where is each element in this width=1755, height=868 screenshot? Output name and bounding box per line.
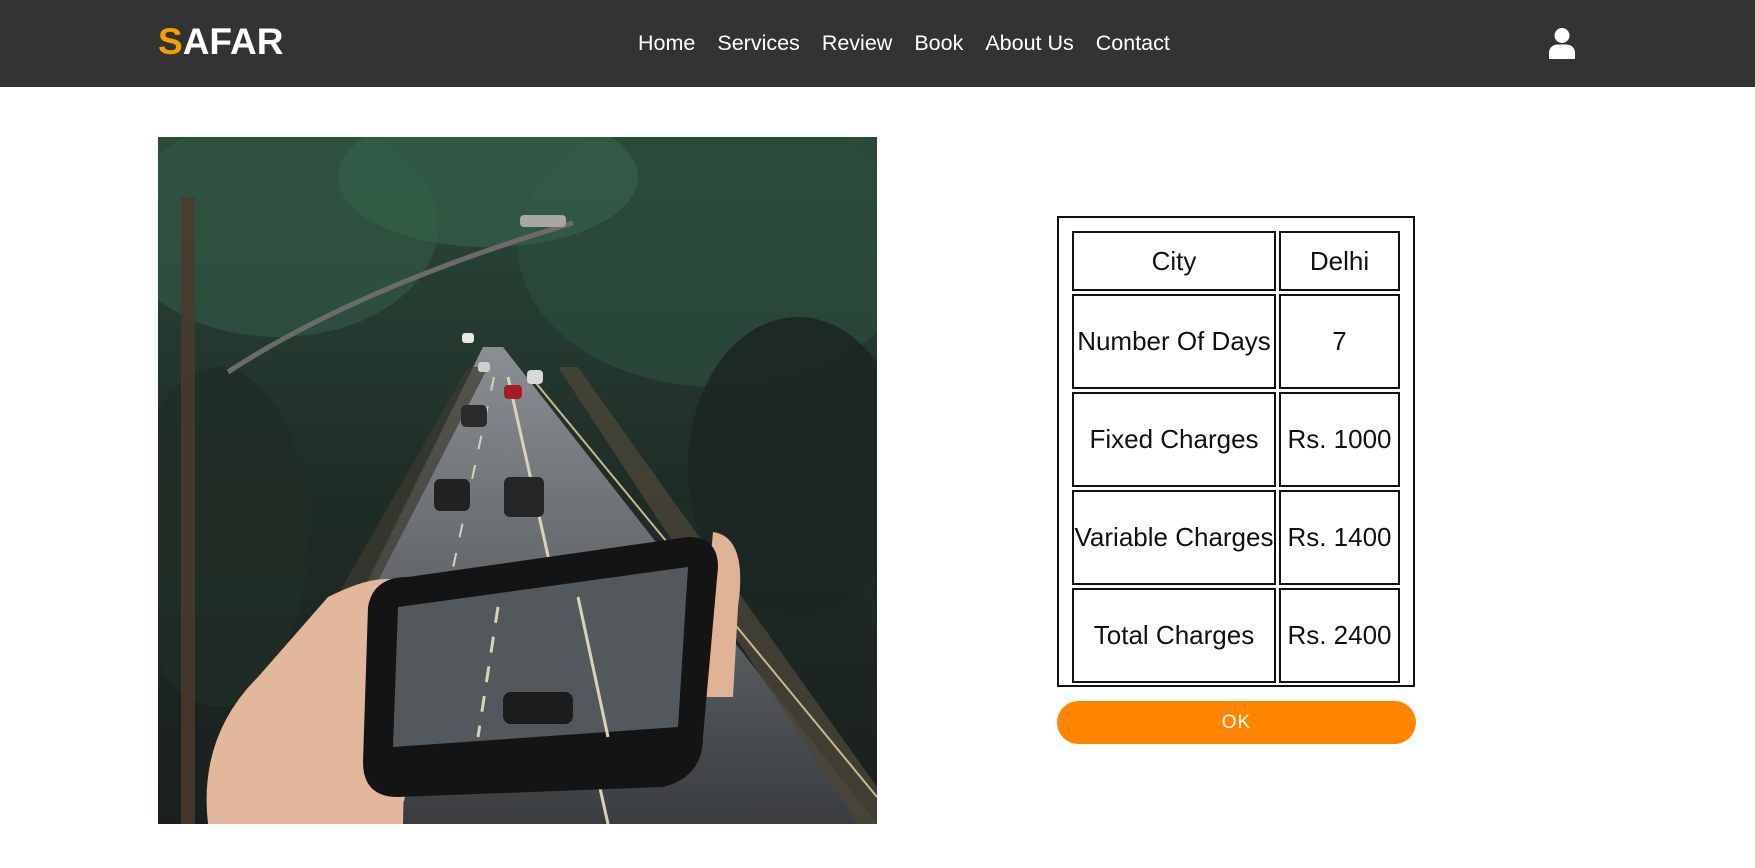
table-row: Fixed Charges Rs. 1000 [1072, 392, 1400, 487]
logo-first-letter: S [158, 21, 183, 62]
nav-links: Home Services Review Book About Us Conta… [638, 28, 1170, 58]
nav-review[interactable]: Review [822, 28, 893, 58]
road-through-phone-photo [158, 137, 877, 824]
logo-rest: AFAR [182, 21, 284, 62]
hero-image [158, 137, 877, 824]
ok-button[interactable]: OK [1057, 701, 1416, 744]
row-label-days: Number Of Days [1072, 294, 1276, 389]
nav-contact[interactable]: Contact [1096, 28, 1170, 58]
nav-services[interactable]: Services [717, 28, 799, 58]
nav-about-us[interactable]: About Us [985, 28, 1073, 58]
table-row: Variable Charges Rs. 1400 [1072, 490, 1400, 585]
user-icon[interactable] [1548, 27, 1576, 59]
row-label-fixed-charges: Fixed Charges [1072, 392, 1276, 487]
row-value-variable-charges: Rs. 1400 [1279, 490, 1400, 585]
nav-book[interactable]: Book [914, 28, 963, 58]
brand-logo[interactable]: SAFAR [158, 20, 283, 64]
nav-home[interactable]: Home [638, 28, 695, 58]
row-value-total-charges: Rs. 2400 [1279, 588, 1400, 683]
row-label-variable-charges: Variable Charges [1072, 490, 1276, 585]
table-row: City Delhi [1072, 231, 1400, 291]
charges-table: City Delhi Number Of Days 7 Fixed Charge… [1069, 228, 1403, 686]
row-value-city: Delhi [1279, 231, 1400, 291]
row-label-city: City [1072, 231, 1276, 291]
booking-summary-card: City Delhi Number Of Days 7 Fixed Charge… [1057, 216, 1415, 687]
table-row: Number Of Days 7 [1072, 294, 1400, 389]
top-navbar: SAFAR Home Services Review Book About Us… [0, 0, 1755, 87]
row-value-days: 7 [1279, 294, 1400, 389]
table-row: Total Charges Rs. 2400 [1072, 588, 1400, 683]
row-label-total-charges: Total Charges [1072, 588, 1276, 683]
row-value-fixed-charges: Rs. 1000 [1279, 392, 1400, 487]
